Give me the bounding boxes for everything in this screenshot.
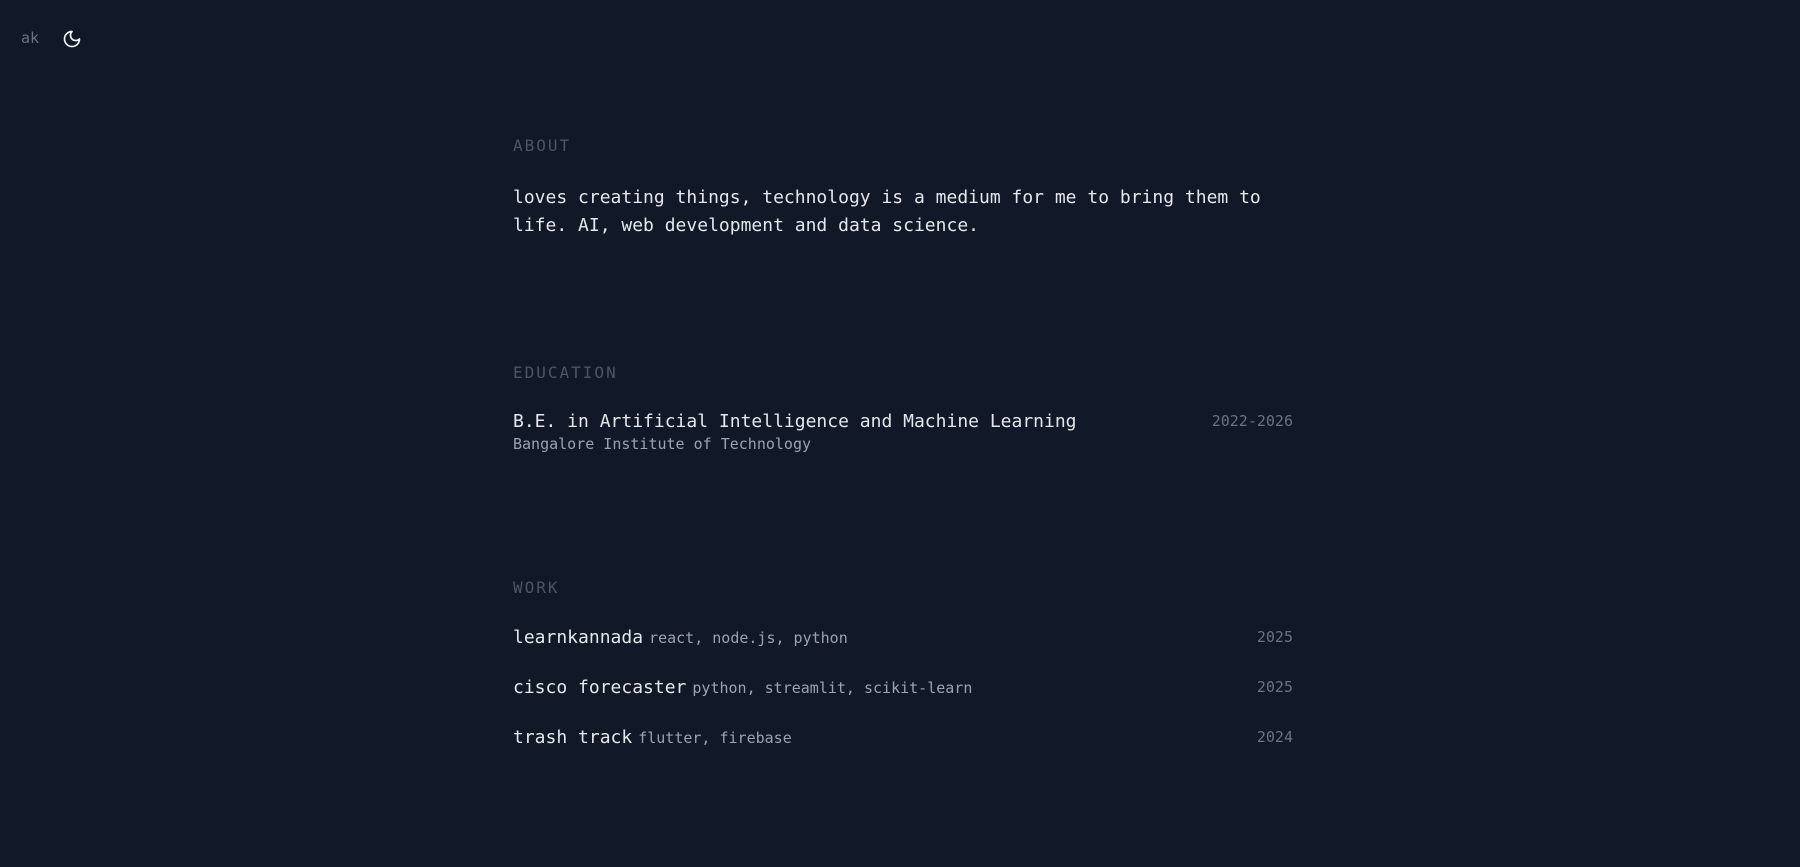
project-tech-stack: python, streamlit, scikit-learn [692,679,973,697]
project-link-trash-track[interactable]: trash track [513,727,632,748]
project-year: 2024 [1256,728,1293,746]
about-text: loves creating things, technology is a m… [513,187,1261,236]
education-item: B.E. in Artificial Intelligence and Mach… [513,411,1293,454]
school-name: Bangalore Institute of Technology [513,435,812,453]
education-heading: EDUCATION [513,363,618,382]
degree-title: B.E. in Artificial Intelligence and Mach… [513,411,1077,432]
theme-toggle-button[interactable] [58,25,86,53]
top-bar: ak [0,0,1800,76]
project-tech-stack: react, node.js, python [649,629,848,647]
work-item-trash-track: trash track flutter, firebase 2024 [513,727,1293,749]
project-link-learnkannada[interactable]: learnkannada [513,627,643,648]
about-heading: ABOUT [513,136,572,155]
project-tech-stack: flutter, firebase [638,729,792,747]
education-years: 2022-2026 [1211,412,1293,430]
project-year: 2025 [1256,678,1293,696]
work-item-cisco-forecaster: cisco forecaster python, streamlit, sciki… [513,677,1293,699]
project-link-cisco-forecaster[interactable]: cisco forecaster [513,677,686,698]
project-year: 2025 [1256,628,1293,646]
home-logo-link[interactable]: ak [21,29,39,47]
work-item-learnkannada: learnkannada react, node.js, python 2025 [513,627,1293,649]
moon-icon [63,30,81,48]
work-heading: WORK [513,578,560,597]
